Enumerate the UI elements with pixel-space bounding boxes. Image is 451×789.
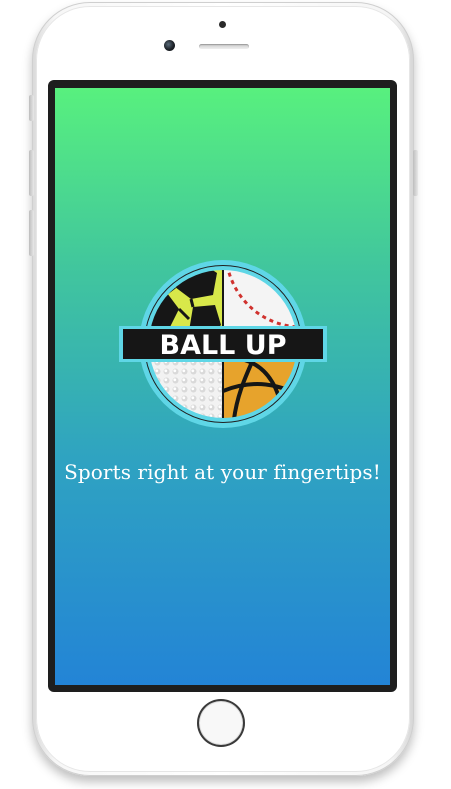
mute-switch [29, 95, 34, 121]
splash-screen: BALL UP Sports right at your fingertips! [55, 88, 390, 685]
volume-down-button [29, 210, 34, 256]
logo-banner: BALL UP [119, 326, 327, 362]
tagline: Sports right at your fingertips! [64, 460, 381, 484]
logo-text: BALL UP [160, 330, 287, 361]
app-mockup: BALL UP Sports right at your fingertips! [0, 0, 451, 789]
earpiece-speaker [199, 44, 249, 49]
power-button [413, 150, 418, 196]
front-camera [164, 40, 175, 51]
ball-up-logo: BALL UP [119, 260, 327, 428]
volume-up-button [29, 150, 34, 196]
home-button[interactable] [197, 699, 245, 747]
proximity-sensor [219, 21, 226, 28]
